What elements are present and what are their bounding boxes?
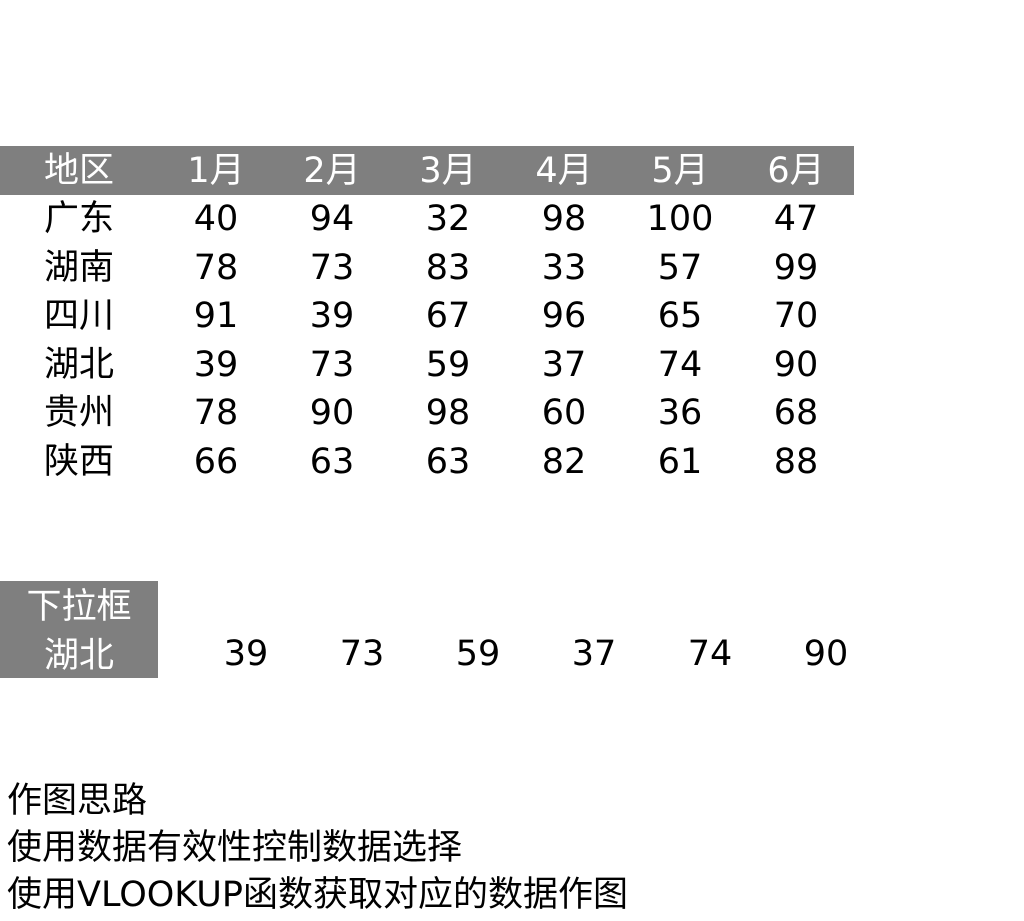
value-cell[interactable]: 100 — [622, 195, 738, 244]
selected-value-cell[interactable]: 59 — [420, 630, 536, 678]
selected-values-row: 39 73 59 37 74 90 — [188, 630, 884, 678]
value-cell[interactable]: 66 — [158, 438, 274, 487]
value-cell[interactable]: 82 — [506, 438, 622, 487]
value-cell[interactable]: 74 — [622, 341, 738, 390]
value-cell[interactable]: 32 — [390, 195, 506, 244]
region-cell[interactable]: 广东 — [0, 195, 158, 244]
value-cell[interactable]: 83 — [390, 244, 506, 293]
value-cell[interactable]: 60 — [506, 389, 622, 438]
selected-value-cell[interactable]: 37 — [536, 630, 652, 678]
header-cell-month-4[interactable]: 4月 — [506, 146, 622, 195]
value-cell[interactable]: 98 — [506, 195, 622, 244]
table-row: 四川 91 39 67 96 65 70 — [0, 292, 854, 341]
value-cell[interactable]: 73 — [274, 341, 390, 390]
value-cell[interactable]: 65 — [622, 292, 738, 341]
value-cell[interactable]: 78 — [158, 389, 274, 438]
header-cell-month-3[interactable]: 3月 — [390, 146, 506, 195]
value-cell[interactable]: 99 — [738, 244, 854, 293]
region-cell[interactable]: 四川 — [0, 292, 158, 341]
dropdown-label: 下拉框 — [26, 587, 132, 627]
table-row: 湖北 39 73 59 37 74 90 — [0, 341, 854, 390]
value-cell[interactable]: 39 — [158, 341, 274, 390]
header-cell-month-1[interactable]: 1月 — [158, 146, 274, 195]
header-cell-month-5[interactable]: 5月 — [622, 146, 738, 195]
value-cell[interactable]: 78 — [158, 244, 274, 293]
value-cell[interactable]: 67 — [390, 292, 506, 341]
notes-title: 作图思路 — [7, 781, 148, 821]
value-cell[interactable]: 90 — [274, 389, 390, 438]
value-cell[interactable]: 39 — [274, 292, 390, 341]
header-cell-month-6[interactable]: 6月 — [738, 146, 854, 195]
value-cell[interactable]: 73 — [274, 244, 390, 293]
value-cell[interactable]: 91 — [158, 292, 274, 341]
table-row: 贵州 78 90 98 60 36 68 — [0, 389, 854, 438]
value-cell[interactable]: 94 — [274, 195, 390, 244]
value-cell[interactable]: 68 — [738, 389, 854, 438]
selected-value-cell[interactable]: 74 — [652, 630, 768, 678]
value-cell[interactable]: 63 — [390, 438, 506, 487]
table-header: 地区 1月 2月 3月 4月 5月 6月 — [0, 146, 854, 195]
value-cell[interactable]: 59 — [390, 341, 506, 390]
value-cell[interactable]: 90 — [738, 341, 854, 390]
value-cell[interactable]: 40 — [158, 195, 274, 244]
value-cell[interactable]: 61 — [622, 438, 738, 487]
table-row: 陕西 66 63 63 82 61 88 — [0, 438, 854, 487]
value-cell[interactable]: 96 — [506, 292, 622, 341]
region-cell[interactable]: 陕西 — [0, 438, 158, 487]
value-cell[interactable]: 37 — [506, 341, 622, 390]
notes-line: 使用数据有效性控制数据选择 — [7, 828, 463, 868]
value-cell[interactable]: 88 — [738, 438, 854, 487]
value-cell[interactable]: 63 — [274, 438, 390, 487]
header-cell-region[interactable]: 地区 — [0, 146, 158, 195]
dropdown-selector[interactable]: 湖北 — [0, 632, 158, 680]
value-cell[interactable]: 98 — [390, 389, 506, 438]
header-cell-month-2[interactable]: 2月 — [274, 146, 390, 195]
region-cell[interactable]: 湖南 — [0, 244, 158, 293]
dropdown-block: 下拉框 湖北 — [0, 581, 158, 678]
selected-value-cell[interactable]: 39 — [188, 630, 304, 678]
region-cell[interactable]: 贵州 — [0, 389, 158, 438]
notes-block: 作图思路 使用数据有效性控制数据选择 使用VLOOKUP函数获取对应的数据作图 — [7, 778, 628, 919]
value-cell[interactable]: 70 — [738, 292, 854, 341]
region-month-table: 地区 1月 2月 3月 4月 5月 6月 广东 40 94 32 98 100 … — [0, 146, 854, 486]
value-cell[interactable]: 57 — [622, 244, 738, 293]
table-row: 湖南 78 73 83 33 57 99 — [0, 244, 854, 293]
value-cell[interactable]: 47 — [738, 195, 854, 244]
value-cell[interactable]: 36 — [622, 389, 738, 438]
table-body: 广东 40 94 32 98 100 47 湖南 78 73 83 33 57 … — [0, 195, 854, 486]
selected-value-cell[interactable]: 73 — [304, 630, 420, 678]
region-cell[interactable]: 湖北 — [0, 341, 158, 390]
table-row: 广东 40 94 32 98 100 47 — [0, 195, 854, 244]
notes-line: 使用VLOOKUP函数获取对应的数据作图 — [7, 875, 629, 915]
value-cell[interactable]: 33 — [506, 244, 622, 293]
selected-value-cell[interactable]: 90 — [768, 630, 884, 678]
header-row: 地区 1月 2月 3月 4月 5月 6月 — [0, 146, 854, 195]
